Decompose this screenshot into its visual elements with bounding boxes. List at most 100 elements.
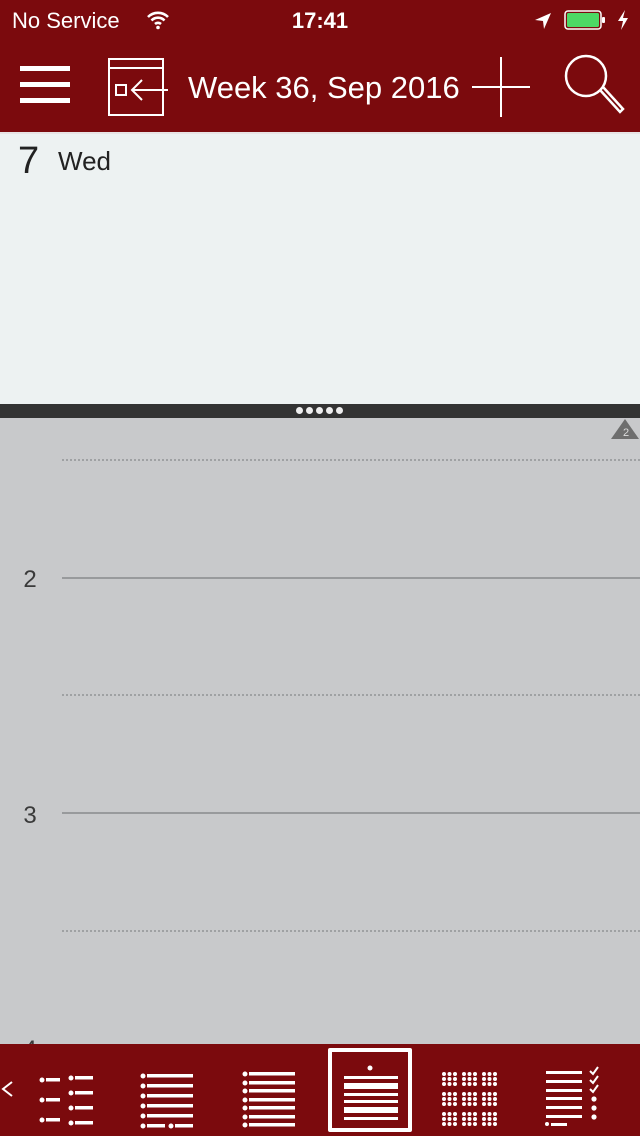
week-title[interactable]: Week 36, Sep 2016 — [188, 70, 460, 106]
grid-dot — [482, 1117, 486, 1121]
multi-column-list-view-button[interactable] — [26, 1048, 110, 1132]
grid-dot — [493, 1097, 497, 1101]
back-to-week-button[interactable] — [106, 56, 168, 118]
grid-dot — [487, 1117, 492, 1121]
grid-dot — [447, 1122, 452, 1126]
grid-dot — [453, 1072, 457, 1076]
grid-dot — [487, 1082, 492, 1086]
grid-dot — [473, 1122, 477, 1126]
half-hour-line — [62, 459, 640, 461]
search-button[interactable] — [560, 52, 628, 120]
add-event-button[interactable] — [470, 56, 532, 118]
grid-dot — [482, 1102, 486, 1106]
compact-list-icon — [242, 1071, 295, 1128]
grid-dot — [462, 1112, 466, 1116]
grid-dot — [487, 1092, 492, 1096]
grid-dot — [473, 1072, 477, 1076]
grid-dot — [453, 1092, 457, 1096]
search-icon — [564, 54, 625, 114]
grid-dot — [442, 1082, 446, 1086]
task-list-view-button[interactable] — [532, 1048, 616, 1132]
grid-dot — [447, 1082, 452, 1086]
hidden-events-badge[interactable]: 2 — [610, 418, 640, 440]
grid-dot — [467, 1072, 472, 1076]
grid-dot — [453, 1077, 457, 1081]
list-view-button[interactable] — [126, 1048, 210, 1132]
grid-dot — [447, 1072, 452, 1076]
grid-dot — [487, 1097, 492, 1101]
view-toolbar — [0, 1044, 640, 1136]
day-number: 7 — [18, 140, 40, 182]
battery-icon — [564, 10, 606, 30]
grid-dot — [473, 1097, 477, 1101]
grid-dot — [467, 1092, 472, 1096]
grid-dot — [473, 1117, 477, 1121]
grid-dot — [442, 1102, 446, 1106]
grid-dot — [447, 1102, 452, 1106]
resize-handle[interactable] — [0, 404, 640, 418]
grid-dot — [442, 1092, 446, 1096]
grid-dot — [442, 1112, 446, 1116]
plus-icon — [472, 57, 530, 117]
hour-line — [62, 577, 640, 579]
grid-dot — [442, 1097, 446, 1101]
grid-dot — [462, 1077, 466, 1081]
drag-grip-icon — [296, 407, 343, 414]
grid-dot — [467, 1122, 472, 1126]
hour-label: 3 — [23, 802, 37, 829]
grid-dot — [467, 1077, 472, 1081]
grid-dot — [482, 1112, 486, 1116]
charging-bolt-icon — [616, 9, 630, 31]
multi-column-list-icon — [39, 1075, 93, 1126]
grid-dot — [473, 1102, 477, 1106]
grid-dot — [493, 1077, 497, 1081]
grid-dot — [462, 1092, 466, 1096]
month-grid-view-button[interactable] — [428, 1048, 512, 1132]
hidden-events-count: 2 — [623, 427, 629, 439]
grid-dot — [453, 1117, 457, 1121]
menu-button[interactable] — [18, 62, 74, 108]
grid-dot — [487, 1122, 492, 1126]
grid-dot — [487, 1072, 492, 1076]
grid-dot — [467, 1082, 472, 1086]
task-list-icon — [545, 1066, 599, 1126]
navigation-bar: Week 36, Sep 2016 — [0, 40, 640, 132]
grid-dot — [453, 1082, 457, 1086]
half-hour-line — [62, 930, 640, 932]
month-grid-icon — [442, 1072, 497, 1126]
day-view-icon — [344, 1065, 398, 1120]
grid-dot — [467, 1097, 472, 1101]
grid-dot — [487, 1077, 492, 1081]
grid-dot — [482, 1122, 486, 1126]
grid-dot — [447, 1117, 452, 1121]
grid-dot — [453, 1102, 457, 1106]
grid-dot — [487, 1112, 492, 1116]
day-header-area[interactable]: 7 Wed — [0, 132, 640, 404]
menu-icon — [20, 66, 70, 103]
day-view-button[interactable] — [328, 1048, 412, 1132]
grid-dot — [482, 1072, 486, 1076]
grid-dot — [467, 1117, 472, 1121]
hour-line — [62, 812, 640, 814]
grid-dot — [493, 1072, 497, 1076]
grid-dot — [447, 1077, 452, 1081]
grid-dot — [462, 1117, 466, 1121]
back-to-week-icon — [108, 58, 168, 116]
grid-dot — [473, 1092, 477, 1096]
compact-list-view-button[interactable] — [228, 1048, 312, 1132]
grid-dot — [482, 1092, 486, 1096]
previous-views-button[interactable] — [0, 1074, 20, 1104]
grid-dot — [453, 1097, 457, 1101]
grid-dot — [487, 1102, 492, 1106]
chevron-left-icon — [1, 1081, 13, 1097]
grid-dot — [462, 1122, 466, 1126]
day-timeline[interactable]: 2 2 3 4 — [0, 418, 640, 1045]
grid-dot — [447, 1112, 452, 1116]
grid-dot — [482, 1097, 486, 1101]
half-hour-line — [62, 694, 640, 696]
grid-dot — [462, 1072, 466, 1076]
grid-dot — [473, 1082, 477, 1086]
grid-dot — [442, 1122, 446, 1126]
grid-dot — [493, 1122, 497, 1126]
grid-dot — [467, 1112, 472, 1116]
